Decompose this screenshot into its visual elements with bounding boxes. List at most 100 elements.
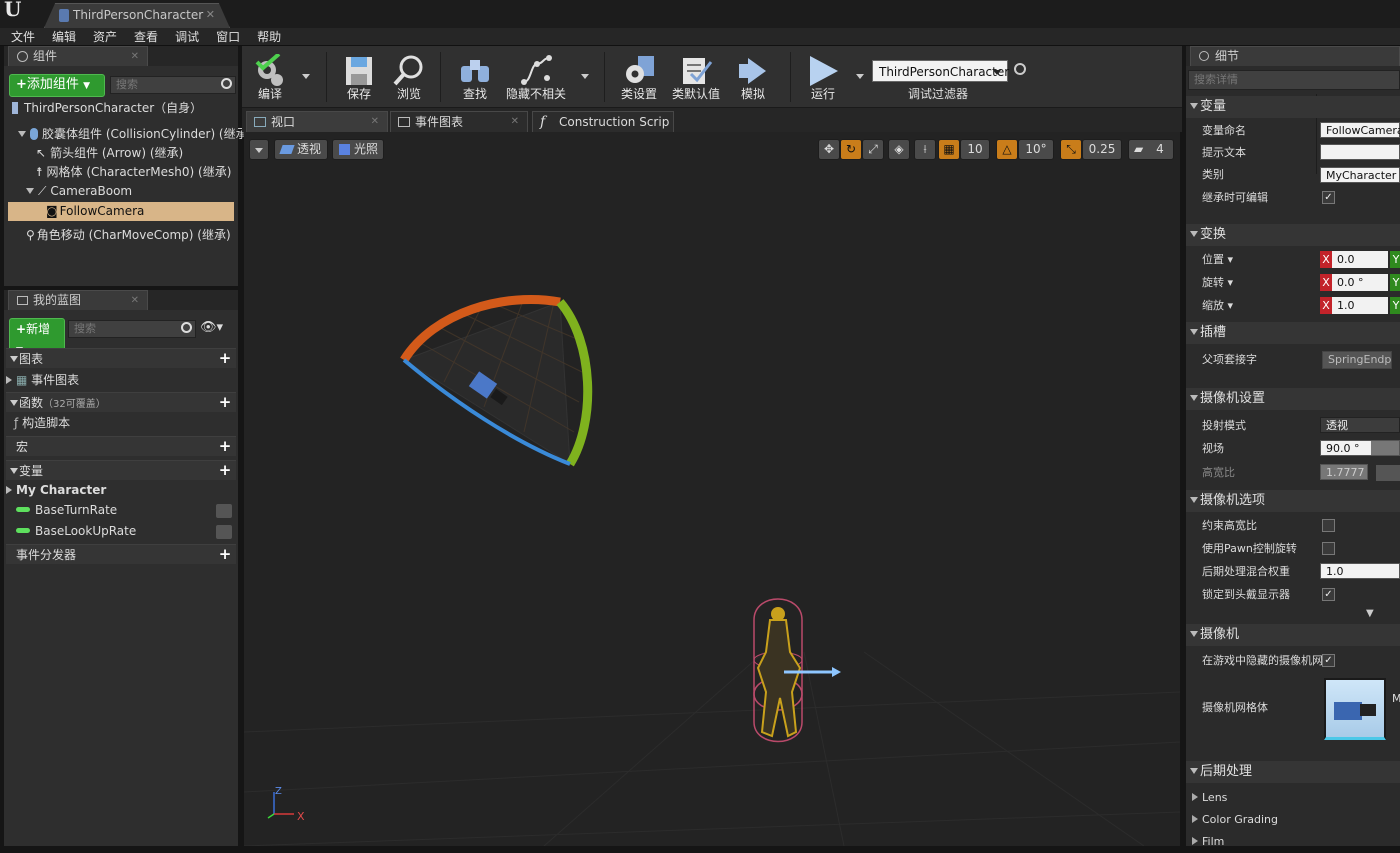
- tab-construction-script[interactable]: f Construction Scrip: [532, 111, 674, 132]
- category-input[interactable]: MyCharacter: [1320, 167, 1400, 183]
- tree-item-cameraboom[interactable]: ⟋ CameraBoom: [26, 182, 132, 201]
- add-variable-plus-icon[interactable]: +: [218, 463, 232, 478]
- section-event-dispatchers[interactable]: 事件分发器 +: [6, 544, 236, 564]
- components-tab[interactable]: 组件 ✕: [8, 46, 148, 66]
- section-camera-options[interactable]: 摄像机选项: [1186, 490, 1400, 512]
- lock-hmd-checkbox[interactable]: ✓: [1322, 588, 1335, 601]
- close-icon[interactable]: ✕: [131, 291, 139, 310]
- section-functions[interactable]: 函数（32可覆盖） +: [6, 392, 236, 412]
- close-icon[interactable]: ✕: [206, 4, 215, 26]
- row-color-grading[interactable]: Color Grading: [1186, 808, 1400, 831]
- camera-speed-button[interactable]: ▰ 4: [1128, 139, 1174, 160]
- section-camera[interactable]: 摄像机: [1186, 624, 1400, 646]
- tree-item-followcamera[interactable]: ◙ FollowCamera: [8, 202, 234, 221]
- constrain-aspect-checkbox[interactable]: [1322, 519, 1335, 532]
- menu-file[interactable]: 文件: [0, 28, 41, 46]
- add-graph-plus-icon[interactable]: +: [218, 351, 232, 366]
- menu-view[interactable]: 查看: [123, 28, 164, 46]
- perspective-button[interactable]: 透视: [274, 139, 328, 160]
- postprocess-weight-input[interactable]: 1.0: [1320, 563, 1400, 579]
- hide-camera-mesh-checkbox[interactable]: ✓: [1322, 654, 1335, 667]
- row-lens[interactable]: Lens: [1186, 786, 1400, 809]
- close-icon[interactable]: ✕: [131, 47, 139, 66]
- parent-socket-field[interactable]: SpringEndpoir: [1322, 351, 1392, 369]
- scale-x-input[interactable]: 1.0: [1332, 297, 1388, 314]
- details-tab[interactable]: 细节: [1190, 46, 1400, 66]
- location-x-input[interactable]: 0.0: [1332, 251, 1388, 268]
- view-options-eye-icon[interactable]: 👁▾: [200, 320, 230, 338]
- simulate-button[interactable]: 模拟: [730, 50, 776, 106]
- hide-unrelated-button[interactable]: 隐藏不相关: [504, 50, 568, 106]
- section-postprocess[interactable]: 后期处理: [1186, 761, 1400, 783]
- debug-search-icon[interactable]: [1014, 63, 1026, 75]
- components-search-input[interactable]: 搜索: [110, 76, 236, 94]
- expand-icon[interactable]: [6, 486, 12, 494]
- menu-edit[interactable]: 编辑: [41, 28, 82, 46]
- viewport[interactable]: Z X 透视 光照 ✥ ↻ ⤢ ◈ ⟊ ▦ 10 △ 10° ⤡ 0.25 ▰ 4: [244, 132, 1180, 846]
- tree-root[interactable]: ThirdPersonCharacter（自身）: [12, 99, 202, 118]
- list-item-event-graph[interactable]: ▦ 事件图表: [6, 371, 79, 390]
- section-graphs[interactable]: 图表 +: [6, 348, 236, 368]
- play-button[interactable]: 运行: [800, 50, 846, 106]
- scale-snap-value[interactable]: 0.25: [1082, 139, 1122, 160]
- expand-icon[interactable]: [18, 131, 26, 137]
- character-mannequin[interactable]: [753, 598, 841, 743]
- property-label[interactable]: 缩放 ▾: [1202, 294, 1233, 317]
- tree-item-movement[interactable]: ⚲ 角色移动 (CharMoveComp) (继承): [26, 226, 231, 245]
- section-camera-settings[interactable]: 摄像机设置: [1186, 388, 1400, 410]
- compile-options-chevron-icon[interactable]: [302, 74, 310, 79]
- section-transform[interactable]: 变换: [1186, 224, 1400, 246]
- row-film[interactable]: Film: [1186, 830, 1400, 853]
- lit-mode-button[interactable]: 光照: [332, 139, 384, 160]
- section-variable[interactable]: 变量: [1186, 96, 1400, 118]
- tree-item-capsule[interactable]: 胶囊体组件 (CollisionCylinder) (继承): [18, 125, 252, 144]
- variable-item[interactable]: BaseLookUpRate: [16, 522, 238, 541]
- visibility-toggle-icon[interactable]: [216, 525, 232, 539]
- viewport-options-button[interactable]: [249, 139, 269, 160]
- tooltip-input[interactable]: [1320, 144, 1400, 160]
- blueprint-search-input[interactable]: 搜索: [68, 320, 196, 338]
- pawn-rotation-checkbox[interactable]: [1322, 542, 1335, 555]
- section-macros[interactable]: 宏 +: [6, 436, 236, 456]
- world-local-icon[interactable]: ◈: [888, 139, 910, 160]
- fov-slider[interactable]: 90.0 °: [1320, 440, 1400, 456]
- variable-name-input[interactable]: FollowCamera: [1320, 122, 1400, 138]
- add-function-plus-icon[interactable]: +: [218, 395, 232, 410]
- play-options-chevron-icon[interactable]: [856, 74, 864, 79]
- property-label[interactable]: 位置 ▾: [1202, 248, 1233, 271]
- rotation-x-input[interactable]: 0.0 °: [1332, 274, 1388, 291]
- menu-asset[interactable]: 资产: [82, 28, 123, 46]
- scale-snap-icon[interactable]: ⤡: [1060, 139, 1082, 160]
- camera-frustum-gizmo[interactable]: [400, 295, 593, 467]
- grid-snap-value[interactable]: 10: [960, 139, 990, 160]
- rotation-snap-icon[interactable]: △: [996, 139, 1018, 160]
- menu-debug[interactable]: 调试: [164, 28, 205, 46]
- tab-event-graph[interactable]: 事件图表 ✕: [390, 111, 528, 132]
- list-item-construction-script[interactable]: ƒ 构造脚本: [14, 414, 70, 433]
- rotation-snap-value[interactable]: 10°: [1018, 139, 1054, 160]
- section-sockets[interactable]: 插槽: [1186, 322, 1400, 344]
- advanced-expand-icon[interactable]: ▼: [1366, 608, 1374, 619]
- grid-snap-icon[interactable]: ▦: [938, 139, 960, 160]
- expand-icon[interactable]: [26, 188, 34, 194]
- tab-viewport[interactable]: 视口 ✕: [246, 111, 388, 132]
- save-button[interactable]: 保存: [336, 50, 382, 106]
- projection-mode-select[interactable]: 透视: [1320, 417, 1400, 433]
- my-blueprint-tab[interactable]: 我的蓝图 ✕: [8, 290, 148, 310]
- class-settings-button[interactable]: 类设置: [616, 50, 662, 106]
- compile-button[interactable]: 编译: [248, 50, 292, 106]
- document-tab[interactable]: ThirdPersonCharacter ✕: [44, 3, 230, 28]
- find-button[interactable]: 查找: [452, 50, 498, 106]
- browse-button[interactable]: 浏览: [386, 50, 432, 106]
- class-defaults-button[interactable]: 类默认值: [670, 50, 722, 106]
- details-search-input[interactable]: 搜索详情: [1188, 70, 1400, 90]
- visibility-toggle-icon[interactable]: [216, 504, 232, 518]
- close-icon[interactable]: ✕: [511, 112, 519, 132]
- translate-tool-icon[interactable]: ✥: [818, 139, 840, 160]
- camera-mesh-thumbnail[interactable]: [1324, 678, 1386, 740]
- rotate-tool-icon[interactable]: ↻: [840, 139, 862, 160]
- variable-item[interactable]: BaseTurnRate: [16, 501, 238, 520]
- add-macro-plus-icon[interactable]: +: [218, 439, 232, 454]
- section-variables[interactable]: 变量 +: [6, 460, 236, 480]
- property-label[interactable]: 旋转 ▾: [1202, 271, 1233, 294]
